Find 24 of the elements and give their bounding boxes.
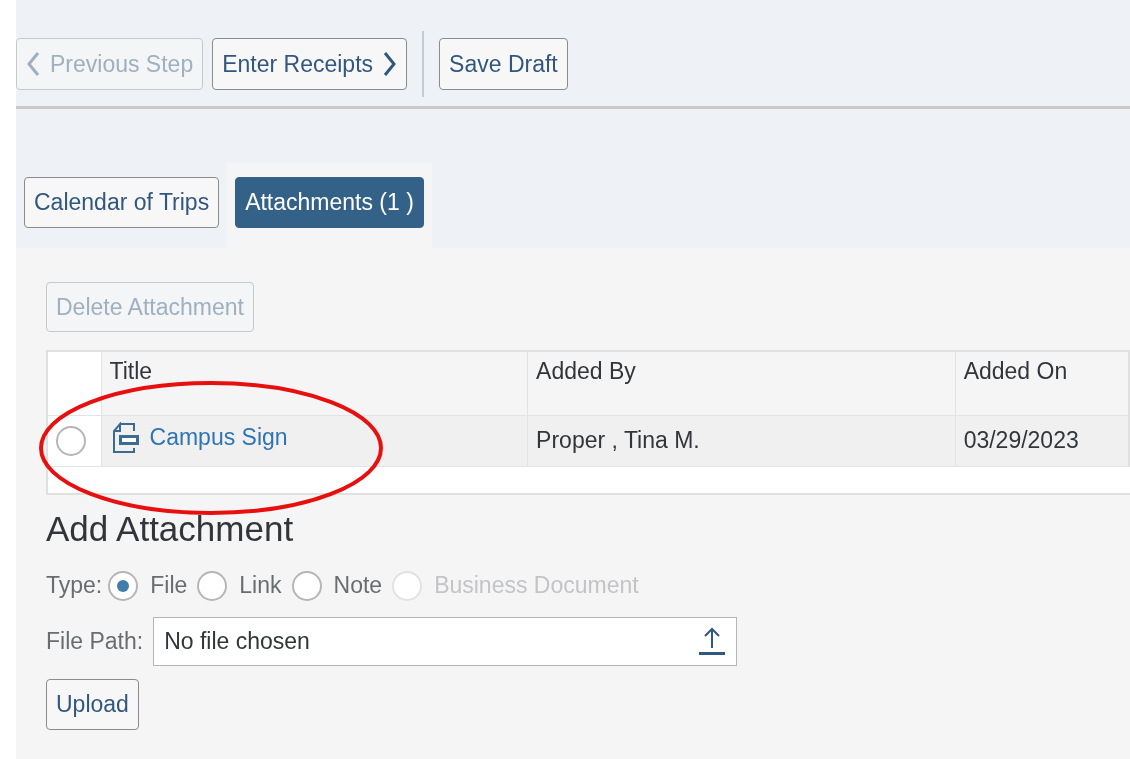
radio-label: Note: [333, 572, 383, 599]
radio-button[interactable]: [291, 570, 322, 601]
tab[interactable]: Attachments (1 ): [235, 177, 424, 228]
section-heading: Add Attachment: [46, 508, 295, 549]
file-input-field[interactable]: No file chosen: [153, 616, 738, 666]
radio-button[interactable]: [197, 570, 228, 601]
radio-label: Link: [239, 572, 282, 599]
toolbar-button[interactable]: Enter Receipts: [212, 38, 408, 90]
column-header: Title: [101, 351, 528, 415]
toolbar-button[interactable]: Save Draft: [439, 38, 568, 90]
column-header: Added By: [527, 351, 956, 415]
chevron-left-icon: [26, 51, 40, 77]
field-label: Type:: [46, 572, 103, 599]
table-cell: 03/29/2023: [955, 415, 1129, 466]
radio-button[interactable]: [108, 570, 139, 601]
row-radio[interactable]: [56, 425, 86, 456]
upload-icon[interactable]: [698, 626, 727, 656]
field-label: File Path:: [46, 627, 144, 655]
upload-button[interactable]: Upload: [46, 678, 139, 730]
table-cell: Proper , Tina M.: [527, 415, 956, 466]
radio-label: File: [150, 572, 188, 599]
chevron-right-icon: [383, 51, 398, 77]
column-header: Added On: [955, 351, 1129, 415]
tab[interactable]: Calendar of Trips: [24, 177, 220, 228]
